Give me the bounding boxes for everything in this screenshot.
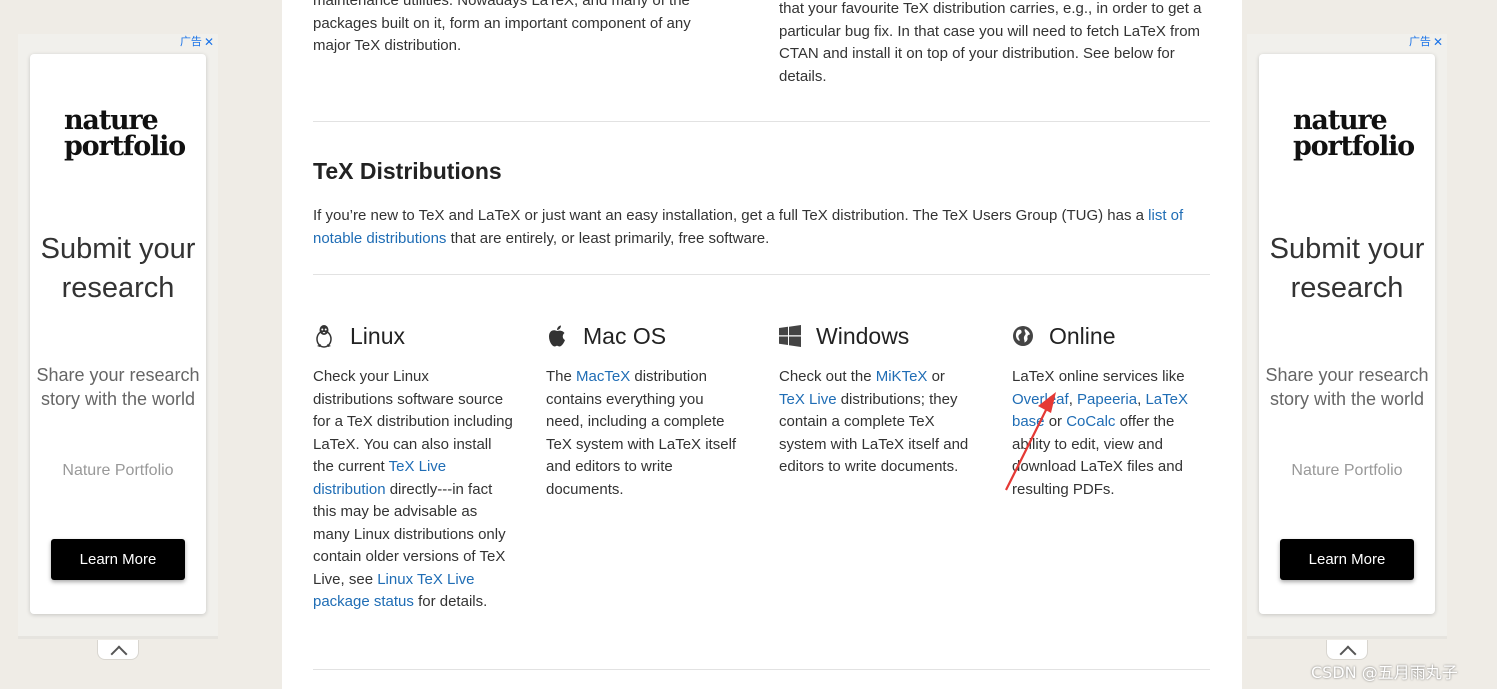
papeeria-link[interactable]: Papeeria bbox=[1077, 391, 1137, 408]
ad-card[interactable]: nature portfolio Submit your research Sh… bbox=[30, 54, 206, 614]
ad-tag[interactable]: 广告 ✕ bbox=[180, 36, 214, 48]
ad-collapse-chevron-up-icon[interactable] bbox=[97, 640, 139, 660]
linux-title: Linux bbox=[350, 322, 405, 349]
ad-tag-label: 广告 bbox=[179, 36, 202, 48]
ad-subline: Share your research story with the world bbox=[36, 365, 200, 409]
linux-column: Linux Check your Linux distributions sof… bbox=[313, 320, 513, 614]
learn-more-button[interactable]: Learn More bbox=[1280, 539, 1414, 580]
linux-heading: Linux bbox=[313, 320, 513, 352]
section-title: TeX Distributions bbox=[313, 158, 502, 184]
ad-brand: Nature Portfolio bbox=[62, 462, 174, 479]
intro-paragraph-left: maintenance utilities. Nowadays LaTeX, a… bbox=[313, 0, 691, 54]
online-text-1: LaTeX online services like bbox=[1012, 368, 1185, 385]
windows-text: Check out the MiKTeX or TeX Live distrib… bbox=[779, 366, 974, 479]
divider bbox=[313, 274, 1210, 275]
learn-more-button[interactable]: Learn More bbox=[51, 539, 185, 580]
cocalc-link[interactable]: CoCalc bbox=[1066, 413, 1115, 430]
linux-text-3: for details. bbox=[413, 593, 488, 610]
online-title: Online bbox=[1049, 322, 1116, 349]
windows-column: Windows Check out the MiKTeX or TeX Live… bbox=[779, 320, 974, 479]
divider bbox=[313, 669, 1210, 670]
windows-logo-icon bbox=[779, 324, 801, 348]
ad-brand: Nature Portfolio bbox=[1291, 462, 1403, 479]
ad-headline: Submit your research bbox=[1269, 233, 1425, 304]
annotation-arrow-icon bbox=[1005, 392, 1056, 491]
ad-close-icon[interactable]: ✕ bbox=[204, 36, 214, 48]
logo-line-2: portfolio bbox=[64, 131, 186, 162]
divider bbox=[313, 121, 1210, 122]
right-ad-panel: 广告 ✕ nature portfolio Submit your resear… bbox=[1247, 34, 1447, 660]
ad-subline: Share your research story with the world bbox=[1265, 365, 1429, 409]
online-text-2: , bbox=[1068, 390, 1078, 408]
nature-portfolio-logo: nature portfolio bbox=[1259, 107, 1435, 162]
ad-tag-label: 广告 bbox=[1408, 36, 1431, 48]
nature-portfolio-logo: nature portfolio bbox=[30, 107, 206, 162]
csdn-watermark: CSDN @五月雨丸子 bbox=[1311, 663, 1458, 682]
windows-text-2: or bbox=[927, 368, 945, 385]
ad-close-icon[interactable]: ✕ bbox=[1433, 36, 1443, 48]
ad-card[interactable]: nature portfolio Submit your research Sh… bbox=[1259, 54, 1435, 614]
ad-headline: Submit your research bbox=[40, 233, 196, 304]
macos-text-2: distribution contains everything you nee… bbox=[546, 368, 737, 498]
ad-tag[interactable]: 广告 ✕ bbox=[1409, 36, 1443, 48]
tex-live-link[interactable]: TeX Live bbox=[779, 391, 837, 408]
tux-penguin-icon bbox=[313, 324, 335, 348]
windows-title: Windows bbox=[816, 322, 910, 349]
macos-text-1: The bbox=[546, 368, 577, 385]
apple-icon bbox=[546, 324, 568, 348]
mactex-link[interactable]: MacTeX bbox=[576, 368, 630, 385]
logo-line-2: portfolio bbox=[1293, 131, 1415, 162]
macos-text: The MacTeX distribution contains everyth… bbox=[546, 366, 741, 501]
miktex-link[interactable]: MiKTeX bbox=[876, 368, 928, 385]
globe-icon bbox=[1012, 324, 1034, 348]
windows-text-1: Check out the bbox=[779, 368, 876, 385]
macos-heading: Mac OS bbox=[546, 320, 741, 352]
main-content: maintenance utilities. Nowadays LaTeX, a… bbox=[282, 0, 1242, 689]
linux-text: Check your Linux distributions software … bbox=[313, 366, 513, 614]
online-heading: Online bbox=[1012, 320, 1207, 352]
intro-paragraph-right: that your favourite TeX distribution car… bbox=[779, 0, 1202, 85]
intro-text: If you’re new to TeX and LaTeX or just w… bbox=[313, 207, 1149, 224]
left-ad-panel: 广告 ✕ nature portfolio Submit your resear… bbox=[18, 34, 218, 660]
windows-heading: Windows bbox=[779, 320, 974, 352]
macos-column: Mac OS The MacTeX distribution contains … bbox=[546, 320, 741, 501]
distributions-intro: If you’re new to TeX and LaTeX or just w… bbox=[313, 205, 1213, 250]
intro-text-tail: that are entirely, or least primarily, f… bbox=[446, 229, 770, 247]
macos-title: Mac OS bbox=[583, 322, 667, 349]
ad-collapse-chevron-up-icon[interactable] bbox=[1326, 640, 1368, 660]
